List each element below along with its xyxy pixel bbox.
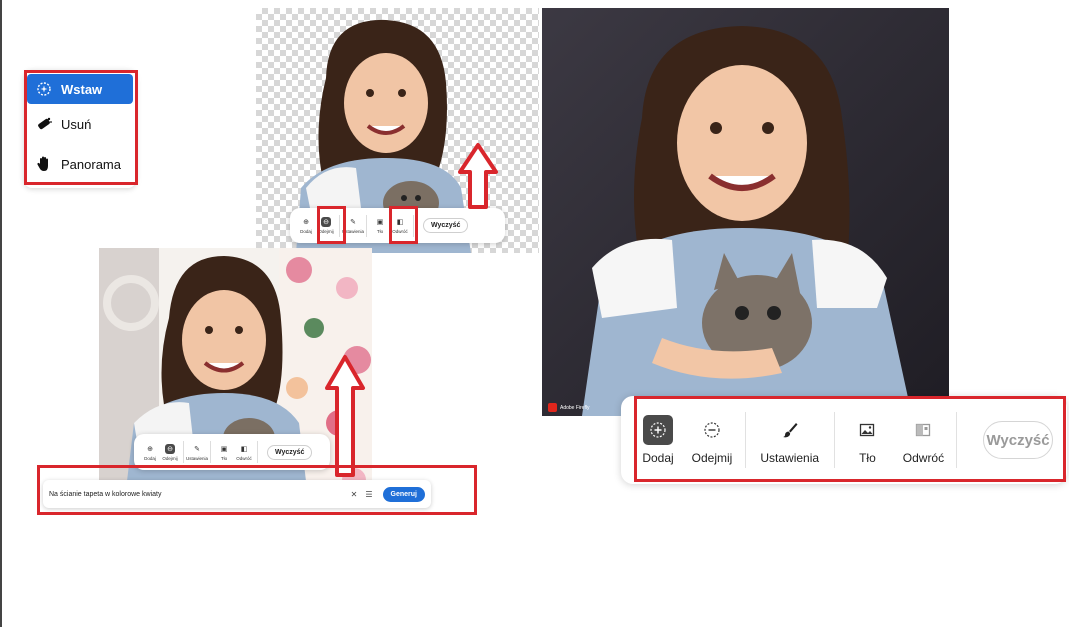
- mini-settings-tool[interactable]: ✎ Ustawienia: [186, 444, 208, 461]
- divider: [366, 214, 367, 237]
- watermark: Adobe Firefly: [548, 403, 589, 412]
- arrow-up-icon: [458, 143, 498, 209]
- invert-icon: [908, 415, 938, 445]
- divider: [956, 412, 958, 468]
- mini-toolbar-bottom: ⊕ Dodaj ⊖ Odejmij ✎ Ustawienia ▣ Tło ◧ Odwróć…: [134, 434, 330, 470]
- mini-background-tool[interactable]: ▣ Tło: [214, 444, 234, 461]
- subtract-tool[interactable]: Odejmij: [689, 415, 735, 465]
- image-icon: ▣: [220, 445, 228, 453]
- plus-circle-icon: ⊕: [303, 219, 309, 226]
- mini-clear-button[interactable]: Wyczyść: [423, 218, 469, 233]
- settings-tool[interactable]: Ustawienia: [756, 415, 824, 465]
- divider: [257, 441, 258, 463]
- mode-pan-label: Panorama: [61, 156, 121, 172]
- minus-circle-icon: [697, 415, 727, 445]
- invert-icon: ◧: [240, 445, 248, 453]
- mini-add-tool[interactable]: ⊕ Dodaj: [296, 217, 316, 234]
- divider: [833, 412, 835, 468]
- mode-menu: Wstaw Usuń Panorama: [24, 70, 136, 188]
- mini-invert-tool[interactable]: ◧ Odwróć: [390, 217, 410, 234]
- invert-tool-label: Odwróć: [902, 451, 945, 465]
- mini-subtract-tool[interactable]: ⊖ Odejmij: [316, 217, 336, 234]
- mode-remove[interactable]: Usuń: [27, 104, 133, 144]
- mode-insert[interactable]: Wstaw: [27, 74, 133, 104]
- brush-icon: ✎: [194, 445, 200, 453]
- mini-settings-tool[interactable]: ✎ Ustawienia: [342, 217, 364, 234]
- brush-icon: [775, 415, 805, 445]
- background-tool-label: Tło: [859, 451, 876, 465]
- plus-circle-icon: [643, 415, 673, 445]
- divider: [183, 441, 184, 463]
- invert-tool[interactable]: Odwróć: [900, 415, 946, 465]
- plus-circle-icon: ⊕: [147, 445, 153, 453]
- minus-circle-icon: ⊖: [165, 443, 175, 454]
- invert-icon: ◧: [396, 219, 404, 226]
- settings-tool-label: Ustawienia: [760, 451, 820, 465]
- divider: [413, 214, 414, 237]
- mode-pan[interactable]: Panorama: [27, 144, 133, 184]
- mini-clear-button[interactable]: Wyczyść: [267, 444, 313, 460]
- mini-invert-tool[interactable]: ◧ Odwróć: [234, 444, 254, 461]
- mini-background-tool[interactable]: ▣ Tło: [370, 217, 390, 234]
- clear-button[interactable]: Wyczyść: [983, 421, 1053, 459]
- sparkle-circle-icon: [35, 80, 53, 98]
- prompt-bar: Na ścianie tapeta w kolorowe kwiaty ✕ ☰ …: [43, 480, 431, 508]
- brush-icon: ✎: [350, 219, 356, 226]
- generate-button[interactable]: Generuj: [382, 486, 425, 502]
- mini-add-tool[interactable]: ⊕ Dodaj: [140, 444, 160, 461]
- arrow-up-icon: [325, 355, 365, 477]
- divider: [210, 441, 211, 463]
- divider: [745, 412, 746, 468]
- minus-circle-icon: ⊖: [321, 217, 331, 227]
- add-tool-label: Dodaj: [642, 451, 674, 465]
- image-icon: [852, 415, 882, 445]
- mode-remove-label: Usuń: [61, 116, 92, 132]
- background-tool[interactable]: Tło: [844, 415, 890, 465]
- mode-insert-label: Wstaw: [61, 81, 103, 97]
- eraser-icon: [35, 115, 53, 133]
- hand-icon: [35, 155, 53, 173]
- canvas: Adobe Firefly Wstaw Usuń Panorama ⊕ Doda…: [0, 0, 1069, 627]
- adobe-logo-icon: [548, 403, 557, 412]
- subtract-tool-label: Odejmij: [691, 451, 733, 465]
- main-photo: Adobe Firefly: [542, 8, 949, 416]
- close-icon[interactable]: ✕: [351, 490, 358, 499]
- divider: [339, 214, 340, 237]
- mini-subtract-tool[interactable]: ⊖ Odejmij: [160, 443, 180, 461]
- add-tool[interactable]: Dodaj: [635, 415, 681, 465]
- image-icon: ▣: [376, 219, 384, 226]
- mini-toolbar-top: ⊕ Dodaj ⊖ Odejmij ✎ Ustawienia ▣ Tło ◧ Odwróć…: [290, 208, 505, 243]
- prompt-input[interactable]: Na ścianie tapeta w kolorowe kwiaty: [49, 491, 347, 498]
- girl-with-kitten-image: [542, 8, 949, 416]
- settings-sliders-icon[interactable]: ☰: [365, 490, 372, 499]
- main-toolbar: Dodaj Odejmij Ustawienia Tło Odwróć Wycz…: [621, 396, 1067, 484]
